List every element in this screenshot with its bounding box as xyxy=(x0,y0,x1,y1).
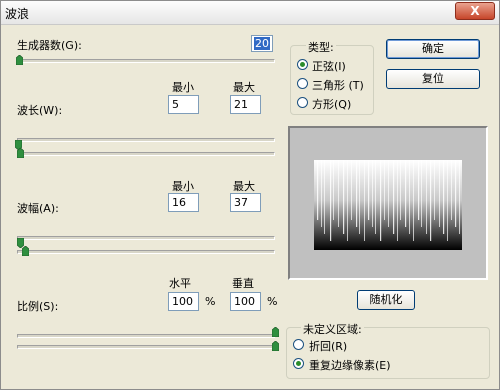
scale-vertical-input[interactable]: 100 xyxy=(230,292,261,311)
wave-dialog: 波浪 X 生成器数(G): 20 最小 最大 波长(W): 5 21 最小 最大… xyxy=(0,0,500,390)
amplitude-min-slider-track[interactable] xyxy=(17,236,275,240)
wavelength-max-label: 最大 xyxy=(233,81,255,94)
wavelength-max-input[interactable]: 21 xyxy=(230,95,261,114)
wrap-around-radio[interactable] xyxy=(293,339,304,350)
amplitude-max-input[interactable]: 37 xyxy=(230,193,261,212)
wavelength-label: 波长(W): xyxy=(17,104,63,117)
scale-horizontal-input[interactable]: 100 xyxy=(168,292,199,311)
undefined-areas-title: 未定义区域: xyxy=(301,321,364,337)
scale-vertical-slider-track[interactable] xyxy=(17,345,275,349)
repeat-edge-pixels-label[interactable]: 重复边缘像素(E) xyxy=(309,357,391,373)
type-square-radio[interactable] xyxy=(297,97,308,108)
amplitude-label: 波幅(A): xyxy=(17,202,59,215)
scale-label: 比例(S): xyxy=(17,300,59,313)
generators-input[interactable]: 20 xyxy=(251,35,273,52)
type-sine-radio[interactable] xyxy=(297,59,308,70)
generators-label: 生成器数(G): xyxy=(17,39,82,52)
amplitude-max-slider-track[interactable] xyxy=(17,250,275,254)
generators-slider-thumb-icon[interactable] xyxy=(16,55,23,65)
amplitude-max-slider-thumb-icon[interactable] xyxy=(22,246,29,256)
scale-vertical-slider-thumb-icon[interactable] xyxy=(272,341,279,351)
scale-vertical-label: 垂直 xyxy=(232,277,254,290)
wavelength-min-slider-track[interactable] xyxy=(17,138,275,142)
amplitude-min-label: 最小 xyxy=(172,180,194,193)
ok-button[interactable]: 确定 xyxy=(386,39,480,59)
amplitude-min-input[interactable]: 16 xyxy=(168,193,199,212)
type-triangle-label[interactable]: 三角形 (T) xyxy=(312,77,364,93)
type-group-title: 类型: xyxy=(306,39,336,55)
repeat-edge-pixels-radio[interactable] xyxy=(293,358,304,369)
generators-slider-track[interactable] xyxy=(17,59,275,63)
type-square-label[interactable]: 方形(Q) xyxy=(312,96,351,112)
scale-vertical-unit: % xyxy=(267,295,278,308)
close-icon: X xyxy=(470,4,480,18)
wavelength-min-label: 最小 xyxy=(172,81,194,94)
wavelength-max-slider-track[interactable] xyxy=(17,152,275,156)
wavelength-max-slider-thumb-icon[interactable] xyxy=(17,148,24,158)
title-bar: 波浪 X xyxy=(1,1,499,25)
preview-panel xyxy=(288,126,488,280)
scale-horizontal-slider-track[interactable] xyxy=(17,334,275,338)
wave-preview-image xyxy=(314,160,462,250)
type-sine-label[interactable]: 正弦(I) xyxy=(312,58,346,74)
type-triangle-radio[interactable] xyxy=(297,78,308,89)
amplitude-max-label: 最大 xyxy=(233,180,255,193)
reset-button[interactable]: 复位 xyxy=(386,69,480,89)
window-title: 波浪 xyxy=(5,7,30,21)
close-button[interactable]: X xyxy=(455,2,495,20)
randomize-button[interactable]: 随机化 xyxy=(357,290,415,310)
wavelength-min-input[interactable]: 5 xyxy=(168,95,199,114)
scale-horizontal-label: 水平 xyxy=(169,277,191,290)
scale-horizontal-slider-thumb-icon[interactable] xyxy=(272,327,279,337)
scale-horizontal-unit: % xyxy=(205,295,216,308)
wrap-around-label[interactable]: 折回(R) xyxy=(309,338,347,354)
